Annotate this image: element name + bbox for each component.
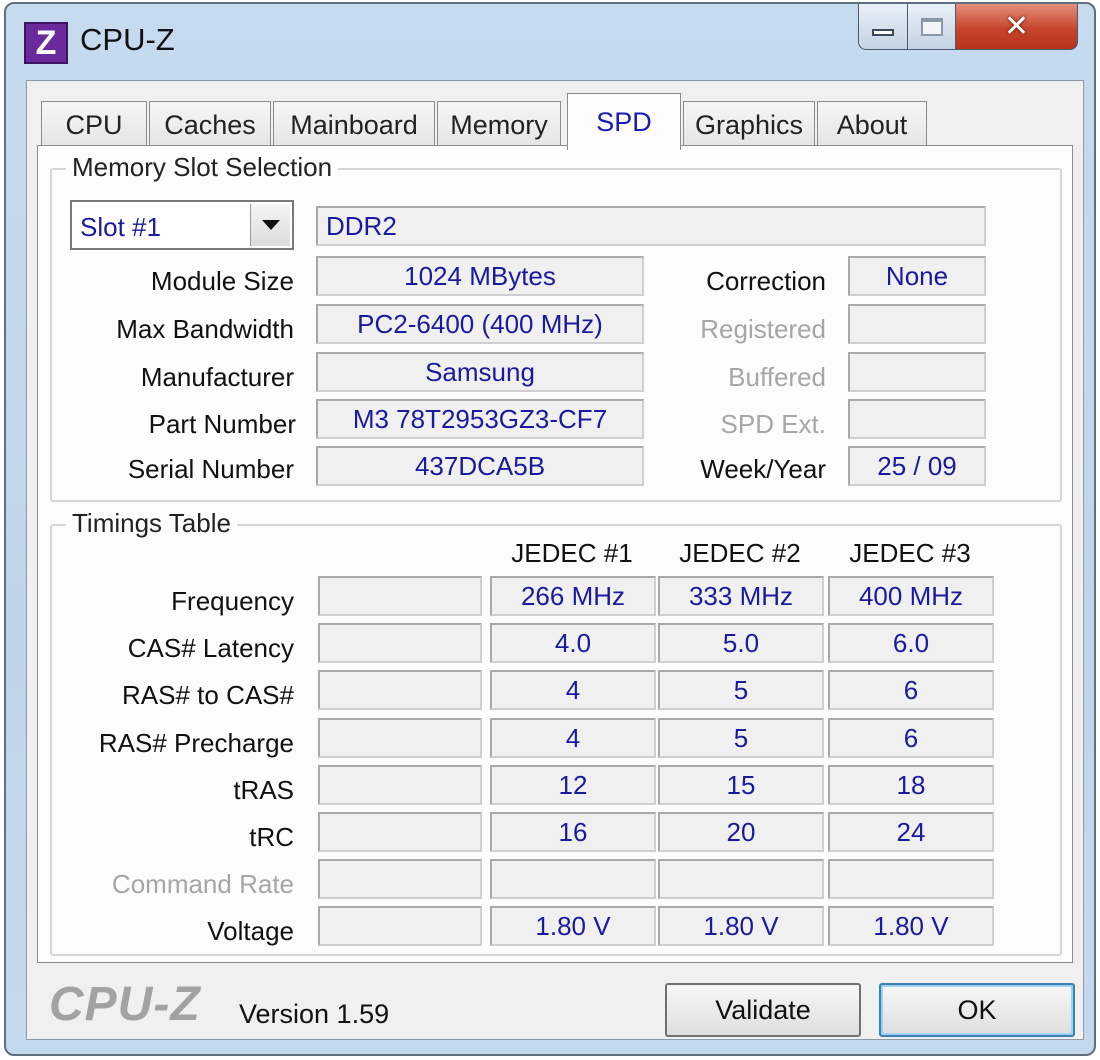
timing-cell: 16: [490, 812, 656, 852]
window-title: CPU-Z: [80, 22, 175, 57]
timing-cell: [828, 859, 994, 899]
timing-cell-current: [318, 623, 482, 663]
timing-cell: 6.0: [828, 623, 994, 663]
timing-row-label: tRAS: [233, 775, 294, 805]
part-number-label: Part Number: [148, 409, 296, 439]
timing-cell: 1.80 V: [490, 906, 656, 946]
timing-cell: 15: [658, 765, 824, 805]
slot-select[interactable]: Slot #1: [70, 200, 294, 250]
manufacturer-label: Manufacturer: [140, 362, 294, 392]
spd-tab-page: Memory Slot Selection Slot #1 DDR2 Modul…: [37, 145, 1073, 963]
maximize-icon: [920, 17, 943, 36]
timing-cell: 333 MHz: [658, 576, 824, 616]
tab-memory[interactable]: Memory: [437, 101, 561, 149]
timing-cell-current: [318, 670, 482, 710]
timing-cell: 12: [490, 765, 656, 805]
jedec-1-header: JEDEC #1: [511, 538, 633, 568]
timing-row-label: RAS# to CAS#: [122, 680, 294, 710]
timing-cell: 24: [828, 812, 994, 852]
client-area: CPU Caches Mainboard Memory SPD Graphics…: [26, 80, 1084, 1040]
correction-field: None: [848, 256, 986, 296]
module-size-label: Module Size: [150, 266, 294, 296]
tab-cpu[interactable]: CPU: [41, 101, 147, 149]
minimize-button[interactable]: [858, 4, 908, 50]
timing-cell: [490, 859, 656, 899]
timing-cell: 4.0: [490, 623, 656, 663]
max-bandwidth-label: Max Bandwidth: [116, 314, 294, 344]
timing-cell: 5.0: [658, 623, 824, 663]
minimize-icon: [872, 29, 894, 36]
tab-mainboard[interactable]: Mainboard: [273, 101, 435, 149]
cpuz-footer-logo: CPU-Z: [49, 978, 201, 1031]
spd-ext-field: [848, 399, 986, 439]
serial-number-label: Serial Number: [127, 454, 294, 484]
timing-cell: 4: [490, 718, 656, 758]
close-button[interactable]: ✕: [956, 4, 1078, 50]
close-icon: ✕: [1003, 9, 1030, 44]
timing-cell: 266 MHz: [490, 576, 656, 616]
cpuz-window: Z CPU-Z ✕ CPU Caches Mainboard Memory SP…: [4, 2, 1096, 1056]
manufacturer-field: Samsung: [316, 352, 644, 392]
serial-number-field: 437DCA5B: [316, 446, 644, 486]
timing-cell: 5: [658, 670, 824, 710]
cpuz-app-icon: Z: [24, 22, 68, 64]
tab-graphics[interactable]: Graphics: [683, 101, 815, 149]
jedec-2-header: JEDEC #2: [679, 538, 801, 568]
timing-row-label: Frequency: [171, 586, 294, 616]
dropdown-arrow-button[interactable]: [250, 204, 290, 246]
timing-row-label: Command Rate: [111, 869, 294, 899]
timing-cell-current: [318, 906, 482, 946]
maximize-button[interactable]: [908, 4, 956, 50]
timing-cell: 5: [658, 718, 824, 758]
correction-label: Correction: [706, 266, 826, 296]
timings-table-title: Timings Table: [66, 508, 237, 539]
timing-cell: 400 MHz: [828, 576, 994, 616]
timing-row-label: CAS# Latency: [127, 633, 294, 663]
module-size-field: 1024 MBytes: [316, 256, 644, 296]
timing-cell-current: [318, 812, 482, 852]
validate-button[interactable]: Validate: [665, 983, 861, 1037]
timing-row-label: Voltage: [207, 916, 294, 946]
buffered-label: Buffered: [728, 362, 826, 392]
timing-cell-current: [318, 576, 482, 616]
registered-label: Registered: [700, 314, 826, 344]
ok-button[interactable]: OK: [879, 983, 1075, 1037]
timing-cell: 6: [828, 670, 994, 710]
timing-cell-current: [318, 765, 482, 805]
timing-cell-current: [318, 859, 482, 899]
spd-ext-label: SPD Ext.: [720, 409, 826, 439]
timing-row-label: RAS# Precharge: [98, 728, 294, 758]
max-bandwidth-field: PC2-6400 (400 MHz): [316, 304, 644, 344]
window-controls: ✕: [858, 4, 1078, 52]
week-year-field: 25 / 09: [848, 446, 986, 486]
memory-type-field: DDR2: [316, 206, 986, 246]
tab-caches[interactable]: Caches: [149, 101, 271, 149]
slot-select-value: Slot #1: [80, 212, 161, 242]
version-label: Version 1.59: [239, 999, 390, 1029]
week-year-label: Week/Year: [700, 454, 826, 484]
timing-cell: 20: [658, 812, 824, 852]
timing-cell: 4: [490, 670, 656, 710]
buffered-field: [848, 352, 986, 392]
tab-about[interactable]: About: [817, 101, 927, 149]
timing-row-label: tRC: [249, 822, 294, 852]
chevron-down-icon: [261, 220, 280, 230]
timing-cell: 18: [828, 765, 994, 805]
timing-cell: 6: [828, 718, 994, 758]
part-number-field: M3 78T2953GZ3-CF7: [316, 399, 644, 439]
jedec-3-header: JEDEC #3: [849, 538, 971, 568]
timing-cell: [658, 859, 824, 899]
timing-cell: 1.80 V: [658, 906, 824, 946]
timing-cell-current: [318, 718, 482, 758]
registered-field: [848, 304, 986, 344]
timing-cell: 1.80 V: [828, 906, 994, 946]
tab-spd[interactable]: SPD: [567, 93, 681, 150]
memory-slot-selection-title: Memory Slot Selection: [66, 152, 339, 183]
